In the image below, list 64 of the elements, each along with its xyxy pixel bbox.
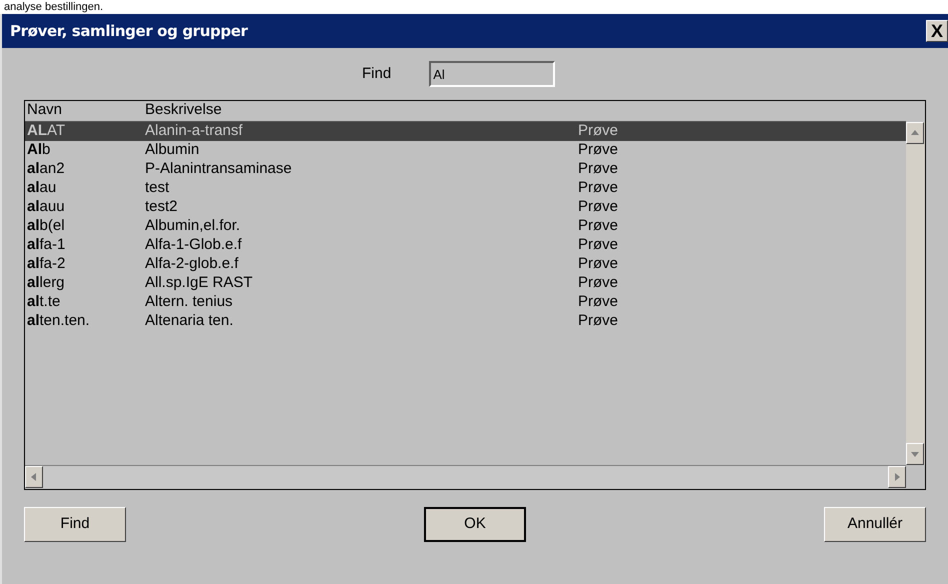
right-triangle-icon: [892, 472, 902, 482]
type-cell-text: Prøve: [578, 216, 618, 236]
type-cell-text: Prøve: [578, 178, 618, 198]
type-cell-text: Prøve: [578, 197, 618, 218]
description-cell-text: Albumin: [145, 140, 200, 160]
type-cell-text: Prøve: [578, 311, 618, 332]
find-label: Find: [362, 64, 392, 84]
name-cell-text: alan2: [26, 159, 66, 180]
name-cell-text: allerg: [26, 273, 66, 294]
description-cell-text: Alfa-2-glob.e.f: [145, 254, 240, 274]
left-triangle-icon: [29, 472, 39, 482]
description-cell-text: Albumin,el.for.: [145, 216, 242, 236]
list-row[interactable]: ALAT Alanin-a-transf Prøve: [25, 122, 906, 141]
list-row[interactable]: alb(el Albumin,el.for. Prøve: [25, 217, 906, 236]
horizontal-scrollbar[interactable]: [25, 465, 906, 489]
name-cell-text: alfa-2: [26, 254, 66, 274]
scroll-arrow-button[interactable]: [888, 466, 906, 488]
name-cell-text: alb(el: [26, 216, 66, 236]
name-cell-text: ALAT: [26, 121, 66, 142]
vertical-scrollbar[interactable]: [906, 122, 925, 465]
type-cell-text: Prøve: [578, 254, 618, 274]
dialog-button[interactable]: OK: [424, 507, 526, 542]
up-triangle-icon: [910, 128, 920, 138]
list-row[interactable]: alau test Prøve: [25, 179, 906, 198]
dialog-button[interactable]: Find: [24, 507, 126, 542]
name-cell-text: alfa-1: [26, 235, 66, 256]
close-button[interactable]: X: [926, 20, 948, 42]
down-triangle-icon: [910, 449, 920, 459]
type-cell-text: Prøve: [578, 140, 618, 160]
list-row[interactable]: alfa-1 Alfa-1-Glob.e.f Prøve: [25, 236, 906, 255]
find-field[interactable]: Al: [429, 61, 556, 87]
scroll-arrow-button[interactable]: [906, 122, 924, 144]
type-cell-text: Prøve: [578, 273, 618, 294]
scroll-arrow-button[interactable]: [906, 443, 924, 465]
name-cell-text: alten.ten.: [26, 311, 91, 332]
list-row[interactable]: alauu test2 Prøve: [25, 198, 906, 217]
window-title: Prøver, samlinger og grupper: [10, 20, 248, 42]
type-cell-text: Prøve: [578, 292, 618, 312]
type-cell-text: Prøve: [578, 159, 618, 180]
description-cell-text: test2: [145, 197, 179, 218]
description-cell-text: Alanin-a-transf: [145, 121, 244, 142]
list-row[interactable]: alten.ten. Altenaria ten. Prøve: [25, 312, 906, 331]
list-row[interactable]: alfa-2 Alfa-2-glob.e.f Prøve: [25, 255, 906, 274]
column-header[interactable]: Navn: [25, 98, 145, 121]
type-cell-text: Prøve: [578, 121, 618, 142]
name-cell-text: alauu: [26, 197, 66, 218]
description-cell-text: All.sp.IgE RAST: [145, 273, 254, 294]
name-cell-text: alt.te: [26, 292, 62, 312]
description-cell-text: Altenaria ten.: [145, 311, 234, 332]
list-row[interactable]: alt.te Altern. tenius Prøve: [25, 293, 906, 312]
description-cell-text: Alfa-1-Glob.e.f: [145, 235, 243, 256]
list-row[interactable]: alan2 P-Alanintransaminase Prøve: [25, 160, 906, 179]
list-row[interactable]: Alb Albumin Prøve: [25, 141, 906, 160]
type-cell-text: Prøve: [578, 235, 618, 256]
scroll-arrow-button[interactable]: [25, 466, 43, 488]
list-row[interactable]: allerg All.sp.IgE RAST Prøve: [25, 274, 906, 293]
name-cell-text: Alb: [26, 140, 52, 160]
caption-text: analyse bestillingen.: [4, 1, 104, 13]
dialog-button[interactable]: Annullér: [824, 507, 926, 542]
description-cell-text: test: [145, 178, 170, 198]
column-header[interactable]: Beskrivelse: [145, 98, 222, 121]
name-cell-text: alau: [26, 178, 58, 198]
description-cell-text: Altern. tenius: [145, 292, 234, 312]
description-cell-text: P-Alanintransaminase: [145, 159, 293, 180]
